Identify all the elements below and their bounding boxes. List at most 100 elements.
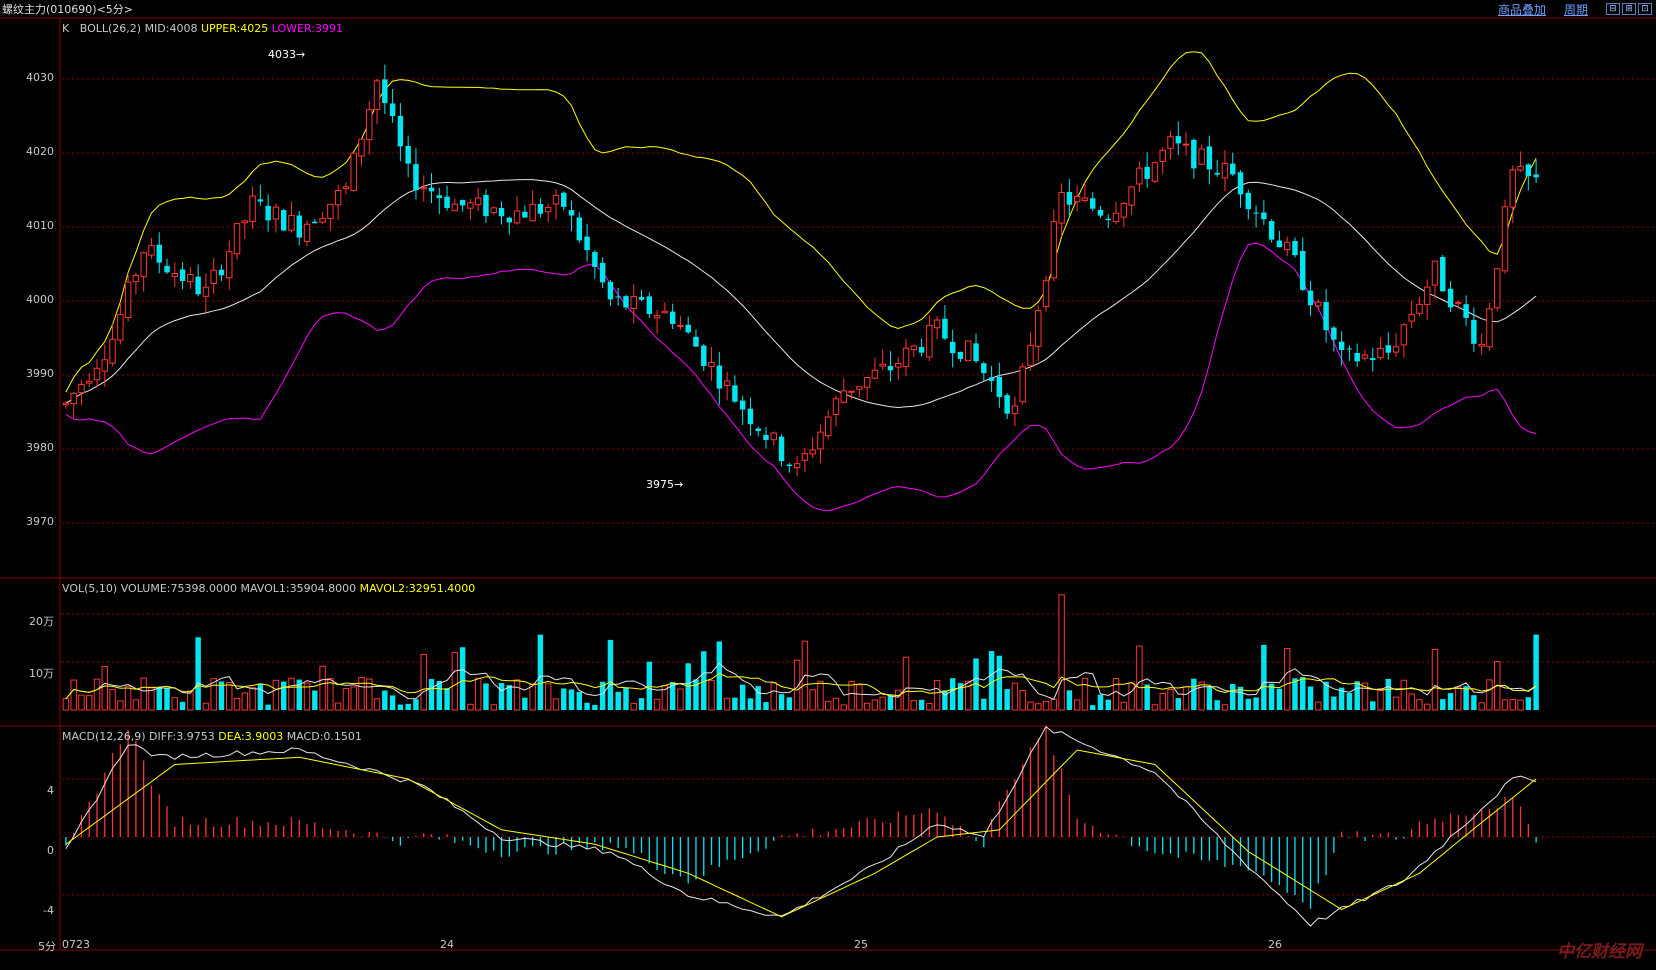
candle-body bbox=[296, 215, 302, 238]
volume-bar bbox=[895, 689, 902, 711]
candle-body bbox=[233, 223, 241, 255]
volume-bar bbox=[623, 687, 629, 710]
volume-bar bbox=[444, 688, 450, 710]
candle-body bbox=[638, 296, 645, 300]
volume-bar bbox=[156, 687, 162, 710]
volume-bar bbox=[109, 689, 116, 711]
y-tick: 4000 bbox=[26, 293, 54, 306]
candle-body bbox=[708, 362, 715, 368]
volume-bar bbox=[420, 653, 427, 711]
boll-upper: UPPER:4025 bbox=[200, 22, 269, 35]
candle-body bbox=[592, 252, 598, 267]
candle-body bbox=[1050, 221, 1058, 279]
candle-body bbox=[863, 377, 871, 388]
candle-body bbox=[187, 273, 194, 283]
volume-bar bbox=[879, 696, 886, 711]
candle-body bbox=[615, 296, 621, 298]
volume-bar bbox=[1035, 703, 1042, 711]
volume-bar bbox=[786, 697, 793, 710]
candle-body bbox=[685, 324, 691, 333]
candle-body bbox=[420, 187, 427, 190]
volume-bar bbox=[763, 702, 769, 710]
volume-bar bbox=[265, 704, 271, 710]
candle-body bbox=[646, 296, 653, 314]
candle-body bbox=[249, 195, 256, 222]
candle-body bbox=[1315, 301, 1322, 307]
candle-body bbox=[1392, 346, 1400, 353]
candle-body bbox=[801, 453, 809, 461]
volume-bar bbox=[552, 698, 560, 711]
candle-body bbox=[1073, 195, 1081, 203]
volume-bar bbox=[1455, 686, 1462, 711]
volume-bar bbox=[544, 683, 552, 711]
candle-body bbox=[1027, 344, 1034, 366]
volume-bar bbox=[1509, 698, 1516, 711]
candle-body bbox=[1159, 149, 1166, 162]
candle-body bbox=[288, 214, 295, 231]
volume-bar bbox=[933, 680, 941, 711]
low-marker: 3975→ bbox=[646, 478, 684, 491]
volume-bar bbox=[1182, 686, 1190, 711]
volume-bar bbox=[1440, 699, 1446, 710]
volume-bar bbox=[1346, 692, 1353, 710]
volume-bar bbox=[117, 700, 124, 711]
volume-bar bbox=[902, 656, 910, 711]
candle-body bbox=[1261, 212, 1267, 220]
volume-bar bbox=[1533, 634, 1539, 710]
volume-bar bbox=[1253, 697, 1259, 710]
candle-body bbox=[140, 252, 147, 278]
candle-body bbox=[436, 195, 443, 199]
candle-body bbox=[1230, 163, 1236, 175]
candle-body bbox=[840, 390, 848, 403]
candle-body bbox=[373, 80, 381, 110]
volume-bar bbox=[350, 686, 357, 711]
volume-bar bbox=[1120, 701, 1128, 711]
candle-body bbox=[1112, 212, 1120, 222]
volume-bar bbox=[257, 683, 264, 710]
volume-bar bbox=[93, 678, 101, 711]
volume-bar bbox=[615, 691, 621, 710]
candle-body bbox=[459, 200, 466, 206]
candle-body bbox=[1400, 324, 1408, 346]
boll-mid: MID:4008 bbox=[144, 22, 198, 35]
candle-body bbox=[701, 345, 707, 366]
volume-bar bbox=[988, 651, 995, 710]
candle-body bbox=[763, 434, 769, 440]
candle-body bbox=[70, 392, 77, 405]
macd-y-tick: 0 bbox=[47, 844, 54, 857]
volume-bar bbox=[70, 679, 77, 711]
candle-body bbox=[871, 369, 879, 379]
candle-body bbox=[428, 187, 435, 192]
volume-bar bbox=[1315, 701, 1322, 711]
volume-bar bbox=[101, 666, 109, 711]
volume-bar bbox=[1230, 684, 1236, 710]
y-tick: 4010 bbox=[26, 219, 54, 232]
candle-body bbox=[506, 217, 513, 223]
candle-body bbox=[179, 269, 186, 282]
vol-volume: VOLUME:75398.0000 bbox=[120, 582, 237, 595]
vol-y-tick: 10万 bbox=[29, 667, 54, 680]
candle-body bbox=[1081, 197, 1089, 202]
volume-bar bbox=[272, 679, 280, 711]
candle-body bbox=[1471, 319, 1477, 344]
volume-bar bbox=[1128, 682, 1135, 711]
volume-bar bbox=[1423, 703, 1431, 711]
candle-body bbox=[490, 207, 497, 214]
chart-canvas[interactable] bbox=[0, 0, 1656, 970]
candle-body bbox=[949, 341, 956, 354]
volume-bar bbox=[568, 689, 575, 710]
volume-bar bbox=[1050, 698, 1058, 711]
candle-body bbox=[1423, 286, 1431, 305]
macd-dea: DEA:3.9003 bbox=[218, 730, 284, 743]
volume-bar bbox=[856, 684, 863, 711]
candle-body bbox=[327, 203, 334, 219]
candle-body bbox=[825, 416, 832, 437]
volume-bar bbox=[241, 692, 249, 711]
candle-body bbox=[1408, 313, 1415, 322]
candle-body bbox=[1268, 221, 1275, 240]
volume-bar bbox=[770, 682, 777, 711]
volume-bar bbox=[1486, 679, 1493, 711]
candle-body bbox=[809, 449, 816, 455]
candle-body bbox=[1019, 366, 1026, 403]
volume-bar bbox=[312, 690, 318, 710]
